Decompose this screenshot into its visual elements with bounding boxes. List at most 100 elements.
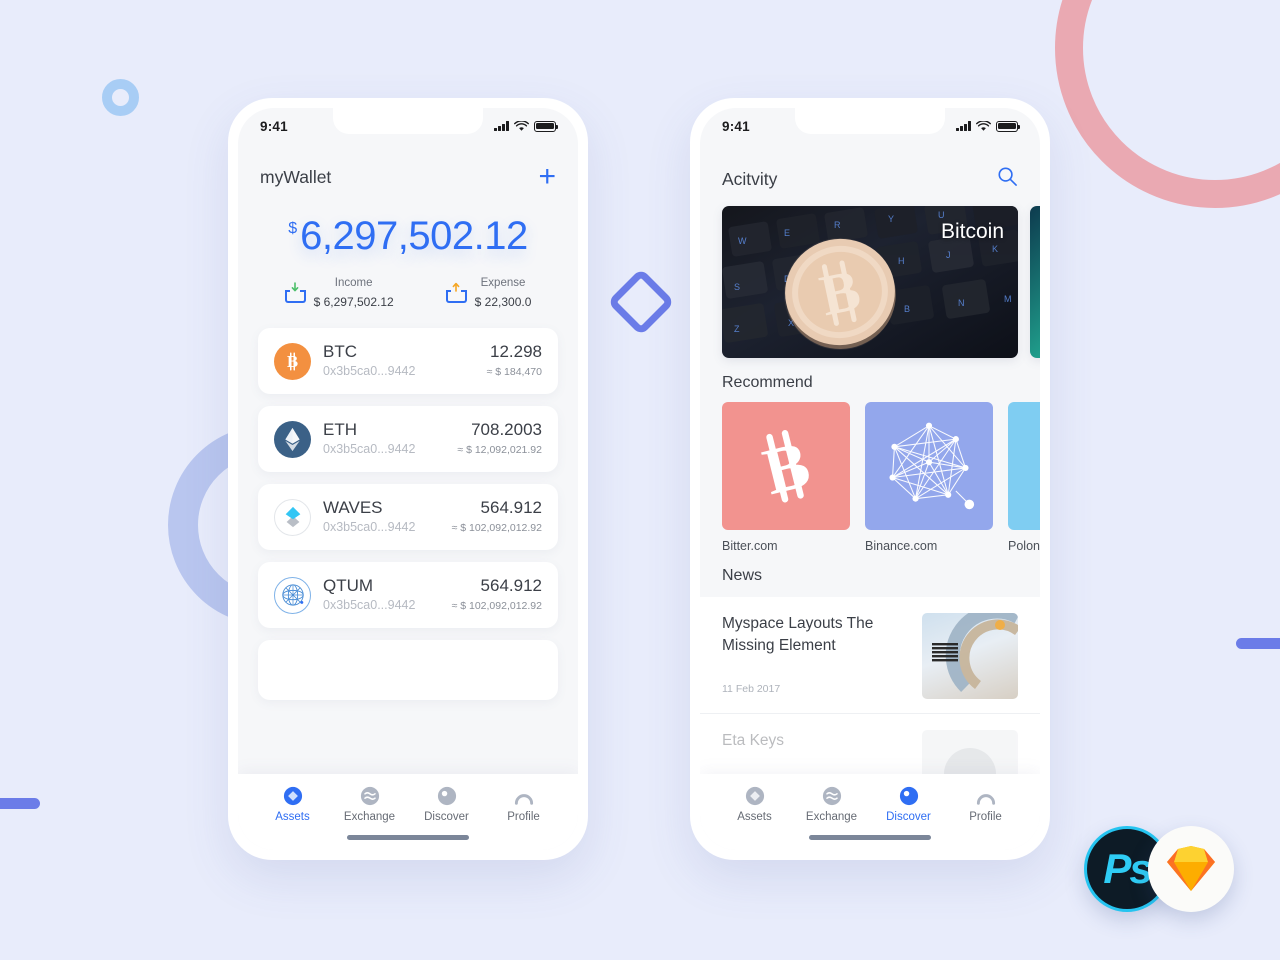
waves-coin-icon	[274, 498, 311, 536]
svg-text:S: S	[734, 282, 740, 292]
recommend-name: Bitter.com	[722, 539, 778, 553]
recommend-name: Binance.com	[865, 539, 938, 553]
home-indicator	[347, 835, 469, 840]
expense-label: Expense	[480, 277, 526, 289]
page-title: Acitvity	[722, 168, 778, 189]
tab-profile[interactable]: Profile	[947, 786, 1024, 823]
tab-label-assets: Assets	[737, 811, 772, 823]
bitcoin-logo-icon: B	[722, 402, 850, 530]
news-title: Eta Keys	[722, 732, 785, 749]
svg-text:H: H	[898, 256, 905, 266]
table-row[interactable]: B BTC 0x3b5ca0...9442 12.298 ≈ $ 184,470	[258, 328, 558, 394]
list-item[interactable]: Binance.com	[865, 402, 993, 553]
expense-stat: Expense $ 22,300.0	[445, 272, 532, 312]
table-row[interactable]	[258, 640, 558, 700]
svg-text:U: U	[938, 210, 945, 220]
coin-symbol: QTUM	[323, 576, 374, 595]
battery-icon	[996, 120, 1021, 132]
svg-text:M: M	[1004, 294, 1012, 304]
status-time: 9:41	[722, 118, 750, 134]
add-wallet-button[interactable]: +	[538, 162, 556, 192]
coin-address: 0x3b5ca0...9442	[323, 520, 416, 534]
assets-diamond-icon	[745, 786, 764, 806]
tab-label-exchange: Exchange	[805, 811, 858, 823]
status-bar: 9:41	[238, 108, 578, 144]
expense-value: $ 22,300.0	[474, 295, 532, 309]
tab-label-profile: Profile	[507, 811, 540, 823]
balance-section: $ 6,297,502.12 Income $ 6,297,502.12 Exp…	[238, 188, 578, 312]
bottom-tab-bar: Assets Exchange Discover Profile	[700, 774, 1040, 850]
tab-label-exchange: Exchange	[343, 811, 396, 823]
news-section-title: News	[722, 567, 763, 584]
exchange-waves-icon	[360, 786, 379, 806]
svg-text:J: J	[946, 250, 951, 260]
coin-amount: 12.298	[490, 342, 542, 361]
coin-symbol: ETH	[323, 420, 357, 439]
income-label: Income	[334, 277, 373, 289]
svg-text:W: W	[738, 236, 747, 246]
tab-exchange[interactable]: Exchange	[331, 786, 408, 823]
discover-screen: 9:41 Acitvity W E R Y U S H J K Z X B N …	[700, 108, 1040, 850]
coin-address: 0x3b5ca0...9442	[323, 442, 416, 456]
bitcoin-keyboard-banner[interactable]: WER YU SD HJK ZX BNM B	[722, 206, 1018, 358]
svg-text:Y: Y	[888, 214, 894, 224]
tab-exchange[interactable]: Exchange	[793, 786, 870, 823]
tab-assets[interactable]: Assets	[254, 786, 331, 823]
list-item[interactable]: Polone	[1008, 402, 1040, 553]
decor-bar-left	[0, 798, 40, 809]
sketch-diamond-icon	[1167, 846, 1215, 891]
profile-person-icon	[976, 794, 995, 805]
coin-address: 0x3b5ca0...9442	[323, 364, 416, 378]
coin-symbol: BTC	[323, 342, 357, 361]
decor-ring-blue	[102, 79, 139, 116]
discover-compass-icon	[899, 786, 918, 806]
tab-discover[interactable]: Discover	[870, 786, 947, 823]
svg-text:B: B	[287, 352, 298, 371]
phone-mockup-discover: 9:41 Acitvity W E R Y U S H J K Z X B N …	[690, 98, 1050, 860]
cellular-signal-icon	[494, 121, 509, 131]
table-row[interactable]: ETH 0x3b5ca0...9442 708.2003 ≈ $ 12,092,…	[258, 406, 558, 472]
svg-text:N: N	[958, 298, 965, 308]
discover-compass-icon	[437, 786, 456, 806]
tab-label-profile: Profile	[969, 811, 1002, 823]
coin-symbol: WAVES	[323, 498, 383, 517]
svg-text:E: E	[784, 228, 790, 238]
news-date: 11 Feb 2017	[722, 683, 781, 695]
income-stat: Income $ 6,297,502.12	[284, 272, 394, 312]
page-title: myWallet	[260, 166, 332, 187]
banner-carousel[interactable]: WER YU SD HJK ZX BNM B	[700, 206, 1040, 358]
svg-text:R: R	[834, 220, 841, 230]
search-button[interactable]	[997, 166, 1018, 192]
wifi-icon	[514, 120, 529, 131]
tab-label-discover: Discover	[886, 811, 931, 823]
bitcoin-coin-icon: B	[274, 342, 311, 380]
search-icon	[998, 167, 1017, 186]
income-value: $ 6,297,502.12	[313, 295, 394, 309]
aurora-banner[interactable]	[1030, 206, 1040, 358]
tab-assets[interactable]: Assets	[716, 786, 793, 823]
cellular-signal-icon	[956, 121, 971, 131]
coin-list: B BTC 0x3b5ca0...9442 12.298 ≈ $ 184,470	[238, 328, 578, 700]
table-row[interactable]: QTUM 0x3b5ca0...9442 564.912 ≈ $ 102,092…	[258, 562, 558, 628]
wifi-icon	[976, 120, 991, 131]
ethereum-coin-icon	[274, 420, 311, 458]
balance-amount: 6,297,502.12	[300, 214, 528, 258]
bottom-tab-bar: Assets Exchange Discover Profile	[238, 774, 578, 850]
exchange-waves-icon	[822, 786, 841, 806]
recommend-name: Polone	[1008, 539, 1040, 553]
list-item[interactable]: Myspace Layouts The Missing Element 11 F…	[700, 597, 1040, 714]
tab-profile[interactable]: Profile	[485, 786, 562, 823]
expense-tray-icon	[445, 281, 467, 303]
poloniex-icon	[1008, 402, 1040, 530]
income-tray-icon	[284, 281, 306, 303]
sketch-badge	[1148, 826, 1234, 912]
table-row[interactable]: WAVES 0x3b5ca0...9442 564.912 ≈ $ 102,09…	[258, 484, 558, 550]
phone-mockup-wallet: 9:41 myWallet + $ 6,297,502.12 Income $ …	[228, 98, 588, 860]
income-expense-row: Income $ 6,297,502.12 Expense $ 22,300.0	[238, 272, 578, 312]
tab-discover[interactable]: Discover	[408, 786, 485, 823]
svg-text:Z: Z	[734, 324, 740, 334]
list-item[interactable]: B Bitter.com	[722, 402, 850, 553]
coin-address: 0x3b5ca0...9442	[323, 598, 416, 612]
tab-label-assets: Assets	[275, 811, 310, 823]
network-graph-icon	[865, 402, 993, 530]
